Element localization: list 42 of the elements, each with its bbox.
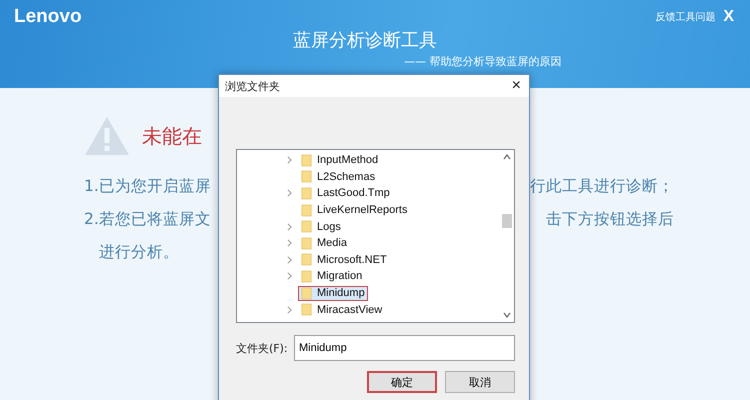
app-title: 蓝屏分析诊断工具 (292, 29, 438, 52)
folder-icon (301, 303, 312, 316)
folder-icon (301, 154, 312, 167)
chevron-icon[interactable] (287, 189, 292, 198)
dialog-button[interactable]: 确定 (367, 371, 437, 393)
tree-item[interactable]: Media (298, 236, 350, 251)
scroll-down-icon[interactable] (503, 312, 511, 318)
instruction-text: 击下方按钮选择后 (546, 209, 674, 230)
instruction-text: 1.已为您开启蓝屏 (84, 176, 211, 197)
tree-item[interactable]: LiveKernelReports (298, 202, 410, 218)
tree-item[interactable]: MiracastView (298, 302, 386, 318)
app-subtitle: —— 帮助您分析导致蓝屏的原因 (404, 54, 562, 69)
instruction-text: 进行分析。 (99, 242, 179, 263)
folder-icon (301, 286, 312, 300)
tree-item[interactable]: LastGood.Tmp (298, 186, 393, 201)
chevron-icon[interactable] (287, 156, 292, 164)
warning-icon (84, 116, 130, 156)
folder-icon (301, 236, 312, 250)
dialog-button[interactable]: 取消 (445, 371, 515, 393)
folder-icon (301, 170, 312, 184)
tree-item[interactable]: Minidump (298, 286, 368, 301)
instruction-text: 2.若您已将蓝屏文 (84, 209, 211, 230)
folder-input[interactable]: Minidump (294, 335, 515, 361)
field-label: 文件夹(F): (236, 340, 289, 356)
folder-icon (301, 253, 312, 266)
folder-icon (301, 220, 312, 234)
logo: Lenovo (14, 6, 82, 28)
tree-item[interactable]: Microsoft.NET (298, 252, 390, 268)
folder-icon (301, 186, 312, 200)
tree-item[interactable]: L2Schemas (298, 169, 378, 184)
chevron-icon[interactable] (287, 306, 292, 314)
dialog-title: 浏览文件夹 (225, 78, 280, 94)
tree-item[interactable]: InputMethod (298, 152, 382, 168)
warning-text: 未能在 (142, 122, 202, 150)
tree-item[interactable]: Migration (298, 268, 366, 284)
instruction-text: 行此工具进行诊断； (530, 176, 674, 197)
tree-item[interactable]: Logs (298, 219, 344, 234)
folder-icon (301, 204, 312, 217)
folder-icon (301, 270, 312, 283)
scroll-thumb[interactable] (502, 214, 512, 228)
scroll-up-icon[interactable] (503, 154, 511, 160)
close-button[interactable]: × (512, 77, 521, 95)
